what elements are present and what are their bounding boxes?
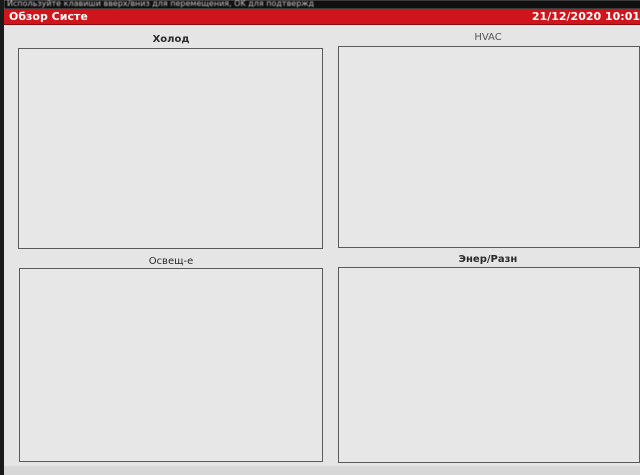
panel-title-energy: Энер/Разн [458,254,518,265]
panel-title-lighting: Освещ-е [148,256,194,267]
page-title: Обзор Систе [9,10,88,23]
panel-lighting[interactable] [19,268,323,462]
panel-refrigeration[interactable] [18,48,323,249]
panel-energy[interactable] [338,267,640,463]
navigation-hint: Используйте клавиши вверх/вниз для перем… [4,0,640,9]
hmi-screen: Используйте клавиши вверх/вниз для перем… [4,0,640,475]
panel-hvac[interactable] [338,46,640,248]
title-bar: Обзор Систе 21/12/2020 10:01 [4,9,640,25]
date-time: 21/12/2020 10:01 [531,10,640,23]
bottom-bar [4,466,640,475]
panel-title-refrigeration: Холод [152,34,190,45]
panel-title-hvac: HVAC [474,32,502,43]
